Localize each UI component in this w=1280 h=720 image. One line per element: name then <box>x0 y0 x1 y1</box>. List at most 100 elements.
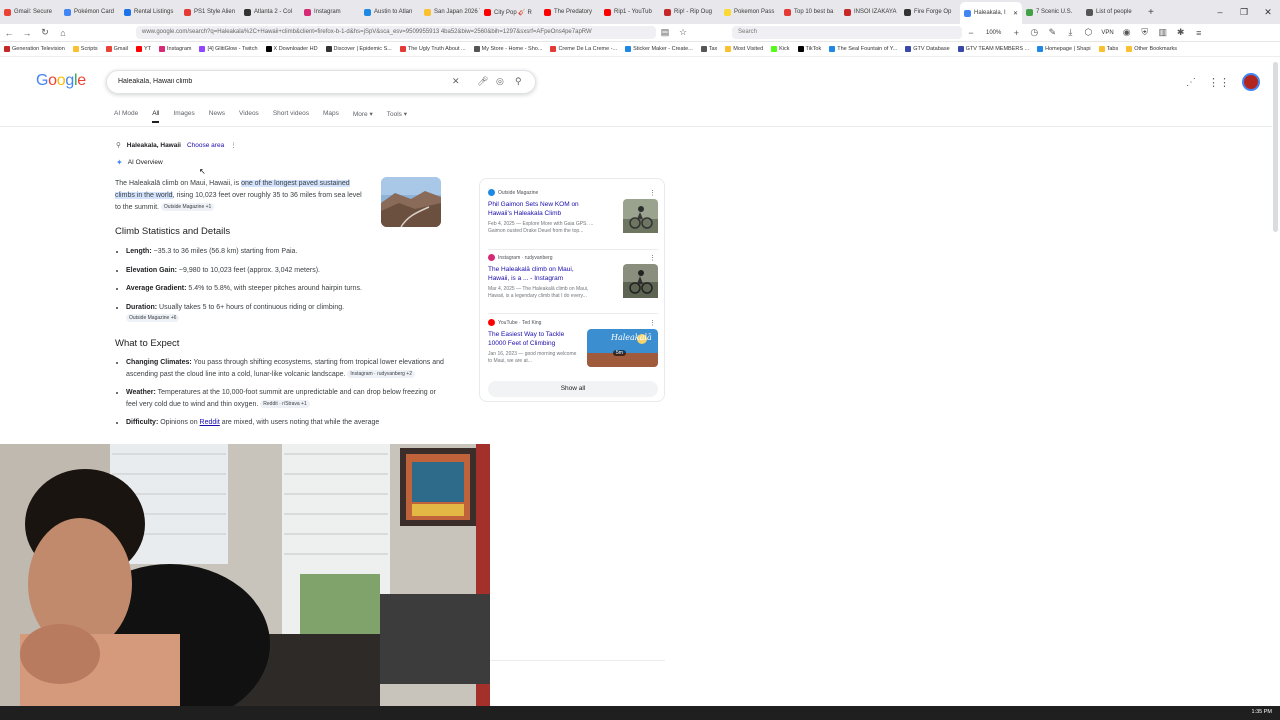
home-icon[interactable]: ⌂ <box>54 28 72 38</box>
bookmark-item[interactable]: YT <box>132 46 155 52</box>
download-icon[interactable]: ⤓ <box>1061 27 1079 38</box>
history-icon[interactable]: ◷ <box>1025 27 1043 38</box>
filter-tab[interactable]: News <box>209 110 225 123</box>
google-search-box[interactable]: ✕ 🎤︎ ◎ ⚲ <box>106 70 536 94</box>
shield-icon[interactable]: ⛨ <box>1136 27 1154 38</box>
zoom-out-icon[interactable]: − <box>962 28 980 38</box>
tab[interactable]: The Predatory <box>540 2 600 22</box>
filter-tab[interactable]: AI Mode <box>114 110 138 123</box>
minimize-icon[interactable]: – <box>1208 7 1232 17</box>
tab[interactable]: Gmail: Secure <box>0 2 60 22</box>
share-icon[interactable]: ⋰ <box>1186 77 1196 88</box>
reddit-link[interactable]: Reddit <box>200 419 220 426</box>
filter-tab[interactable]: All <box>152 110 160 123</box>
bookmark-item[interactable]: Discover | Epidemic S... <box>322 46 396 52</box>
search-icon[interactable]: ⚲ <box>515 76 522 87</box>
sidebar-icon[interactable]: ▥ <box>1154 27 1172 38</box>
account-icon[interactable]: ◉ <box>1118 27 1136 38</box>
clear-icon[interactable]: ✕ <box>452 76 460 87</box>
source-card[interactable]: Instagram · rudyvanberg The Haleakalā cl… <box>488 254 658 300</box>
pen-icon[interactable]: ✎ <box>1043 27 1061 38</box>
zoom-in-icon[interactable]: + <box>1007 28 1025 38</box>
tab[interactable]: INSOI IZAKAYA <box>840 2 900 22</box>
bookmark-item[interactable]: Other Bookmarks <box>1122 46 1181 52</box>
bookmark-item[interactable]: Sticker Maker - Create... <box>621 46 697 52</box>
tab[interactable]: List of people <box>1082 2 1142 22</box>
tab[interactable]: Atlanta 2 - Col <box>240 2 300 22</box>
show-all-button[interactable]: Show all <box>488 381 658 397</box>
bookmark-item[interactable]: My Store - Home - Sho... <box>470 46 547 52</box>
reload-icon[interactable]: ↻ <box>36 27 54 38</box>
filter-tab[interactable]: More ▾ <box>353 110 373 123</box>
reader-icon[interactable]: ▤ <box>656 27 674 38</box>
bookmark-item[interactable]: Generation Television <box>0 46 69 52</box>
search-input[interactable] <box>116 77 440 86</box>
tab[interactable]: Rip! - Rip Oug <box>660 2 720 22</box>
apps-grid-icon[interactable]: ⋮⋮ <box>1208 76 1230 89</box>
source-chip[interactable]: Reddit · r/Strava +1 <box>260 399 310 408</box>
maximize-icon[interactable]: ❐ <box>1232 7 1256 18</box>
bookmark-item[interactable]: Gmail <box>102 46 132 52</box>
bookmark-star-icon[interactable]: ☆ <box>674 27 692 38</box>
source-card[interactable]: YouTube · Ted King The Easiest Way to Ta… <box>488 319 658 367</box>
forward-icon[interactable]: → <box>18 28 36 38</box>
source-title[interactable]: Phil Gaimon Sets New KOM on Hawaii's Hal… <box>488 200 593 218</box>
tab[interactable]: Instagram <box>300 2 360 22</box>
bookmark-item[interactable]: Instagram <box>155 46 195 52</box>
source-title[interactable]: The Haleakalā climb on Maui, Hawaii, is … <box>488 265 593 283</box>
tab[interactable]: Pokemon Pass <box>720 2 780 22</box>
bookmark-item[interactable]: Scripts <box>69 46 102 52</box>
bookmark-item[interactable]: The Ugly Truth About ... <box>396 46 470 52</box>
video-thumbnail-image[interactable]: Haleakalā 5m <box>587 329 658 367</box>
google-logo[interactable]: Google <box>36 72 86 90</box>
tab[interactable]: Austin to Atlan <box>360 2 420 22</box>
extensions-puzzle-icon[interactable]: ✱ <box>1172 27 1190 38</box>
tab[interactable]: Rental Listings <box>120 2 180 22</box>
haleakala-thumbnail-image[interactable] <box>381 177 441 227</box>
source-card[interactable]: Outside Magazine Phil Gaimon Sets New KO… <box>488 189 658 235</box>
tab[interactable]: 7 Scenic U.S. <box>1022 2 1082 22</box>
bookmark-item[interactable]: TikTok <box>794 46 826 52</box>
new-tab-icon[interactable]: + <box>1142 7 1160 18</box>
vpn-label[interactable]: VPN <box>1101 30 1113 36</box>
source-chip[interactable]: Outside Magazine +1 <box>160 203 215 212</box>
bookmark-item[interactable]: Homepage | Shapi <box>1033 46 1094 52</box>
filter-tab[interactable]: Videos <box>239 110 259 123</box>
filter-tab[interactable]: Maps <box>323 110 339 123</box>
more-options-icon[interactable]: ⋮ <box>649 189 656 197</box>
menu-icon[interactable]: ≡ <box>1190 28 1208 38</box>
bookmark-item[interactable]: GTV Database <box>901 46 953 52</box>
bookmark-item[interactable]: The Seal Fountain of Y... <box>825 46 901 52</box>
bookmark-item[interactable]: X Downloader HD <box>262 46 322 52</box>
url-bar[interactable]: www.google.com/search?q=Haleakala%2C+Haw… <box>136 26 656 39</box>
avatar[interactable] <box>1242 73 1260 91</box>
more-options-icon[interactable]: ⋮ <box>649 254 656 262</box>
bookmark-item[interactable]: Tax <box>697 46 722 52</box>
bookmark-item[interactable]: Creme De La Creme -... <box>546 46 621 52</box>
tab[interactable]: San Japan 2026 Ti <box>420 2 480 22</box>
tab[interactable]: Rip1 - YouTub <box>600 2 660 22</box>
tab[interactable]: PS1 Style Alien <box>180 2 240 22</box>
filter-tab[interactable]: Images <box>173 110 194 123</box>
choose-area-link[interactable]: Choose area <box>187 142 224 149</box>
more-options-icon[interactable]: ⋮ <box>230 141 237 149</box>
source-chip[interactable]: Outside Magazine +6 <box>126 314 180 323</box>
extension-icon[interactable]: ⬡ <box>1079 27 1097 38</box>
tab-active[interactable]: Haleakala, I ✕ <box>960 2 1022 24</box>
source-chip[interactable]: Instagram · rudyvanberg +2 <box>347 369 415 378</box>
more-options-icon[interactable]: ⋮ <box>649 319 656 327</box>
back-icon[interactable]: ← <box>0 28 18 38</box>
bookmark-item[interactable]: GTV TEAM MEMBERS ... <box>954 46 1033 52</box>
bookmark-item[interactable]: Tabs <box>1095 46 1123 52</box>
source-title[interactable]: The Easiest Way to Tackle 10000 Feet of … <box>488 330 578 348</box>
filter-tab[interactable]: Tools ▾ <box>387 110 407 123</box>
bookmark-item[interactable]: [4] GlitiGlow - Twitch <box>195 46 261 52</box>
bookmark-item[interactable]: Kick <box>767 46 793 52</box>
tab[interactable]: Top 10 best ba <box>780 2 840 22</box>
filter-tab[interactable]: Short videos <box>273 110 309 123</box>
browser-search-input[interactable]: Search <box>732 26 962 39</box>
cyclist-thumbnail-image[interactable] <box>623 199 658 233</box>
lens-icon[interactable]: ◎ <box>496 76 504 87</box>
bookmark-item[interactable]: Most Visited <box>721 46 767 52</box>
tab[interactable]: Pokémon Card <box>60 2 120 22</box>
